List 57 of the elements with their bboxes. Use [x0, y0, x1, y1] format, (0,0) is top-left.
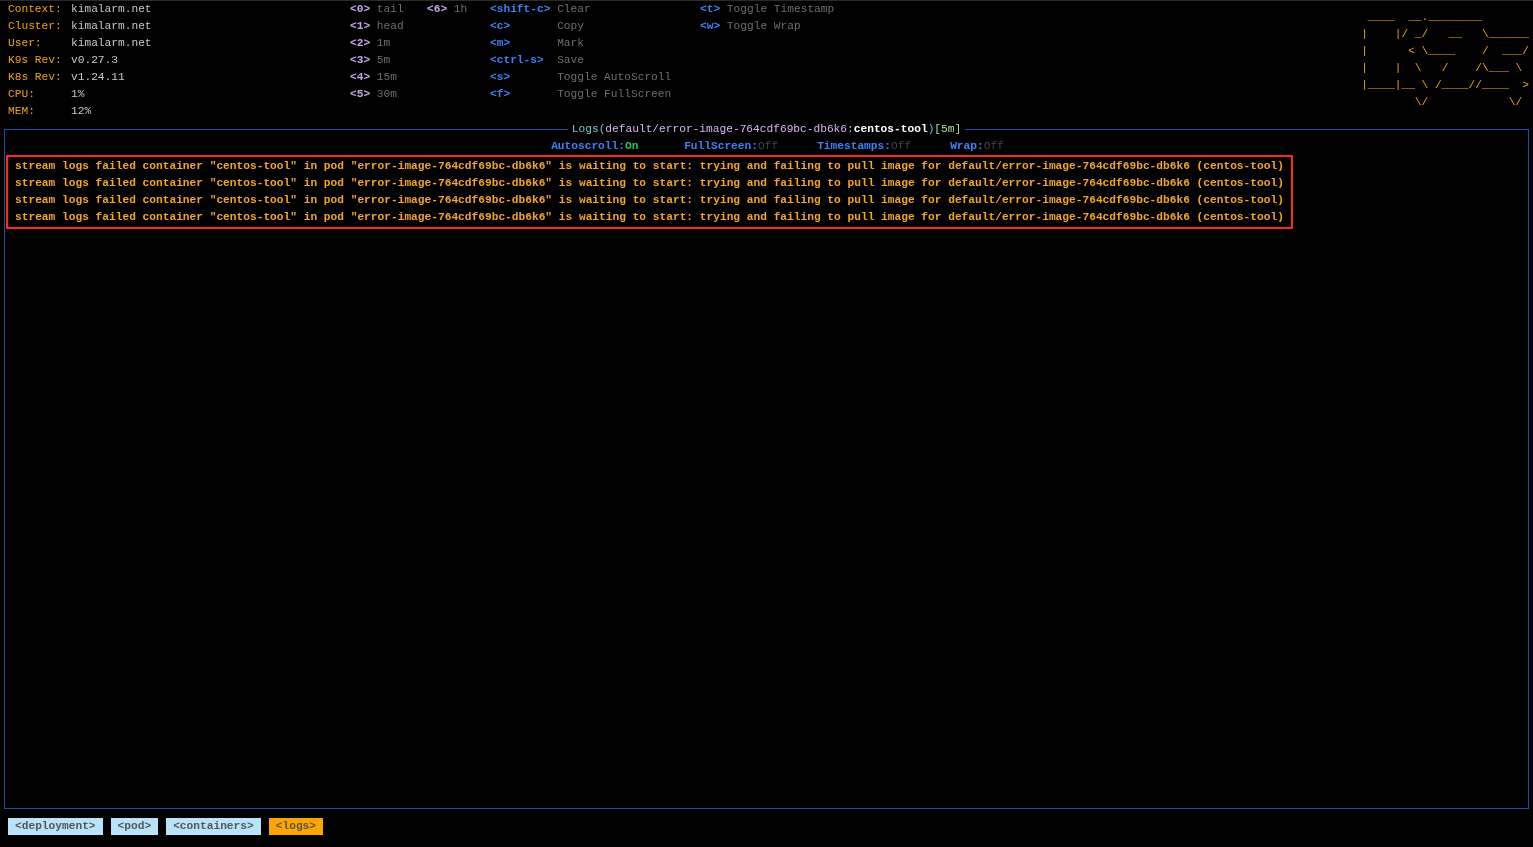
hotkey: <4> — [350, 70, 372, 85]
info-value: kimalarm.net — [71, 36, 152, 51]
info-label: CPU: — [8, 87, 36, 102]
log-line: stream logs failed container "centos-tool" in pod "error-image-764cdf69bc-db6k6" is waiting to start: trying and failing to pull image for default/error-image-764cdf69bc-db6k6 (centos-tool) — [15, 193, 1284, 208]
breadcrumb[interactable]: <pod> — [110, 818, 159, 835]
toggle-status: FullScreen:Off — [684, 139, 780, 154]
info-label: MEM: — [8, 104, 36, 119]
hotkey: <f> — [490, 87, 512, 102]
log-line: stream logs failed container "centos-tool" in pod "error-image-764cdf69bc-db6k6" is waiting to start: trying and failing to pull image for default/error-image-764cdf69bc-db6k6 (centos-tool) — [15, 159, 1284, 174]
hotkey-action: 30m — [376, 87, 397, 102]
hotkey: <0> — [350, 2, 372, 17]
log-line: stream logs failed container "centos-tool" in pod "error-image-764cdf69bc-db6k6" is waiting to start: trying and failing to pull image for default/error-image-764cdf69bc-db6k6 (centos-tool) — [15, 210, 1284, 225]
hotkey-action: Mark — [557, 36, 584, 51]
hotkey-action: Toggle AutoScroll — [557, 70, 672, 85]
toggle-status: Wrap:Off — [950, 139, 1004, 154]
info-value: 12% — [71, 104, 92, 119]
breadcrumb[interactable]: <logs> — [268, 818, 324, 835]
hotkey-action: Clear — [557, 2, 591, 17]
toggle-status: Autoscroll:On — [551, 139, 640, 154]
hotkey: <ctrl-s> — [490, 53, 545, 68]
hotkey-action: 5m — [376, 53, 391, 68]
info-label: User: — [8, 36, 43, 51]
hotkey: <m> — [490, 36, 512, 51]
hotkey: <s> — [490, 70, 512, 85]
info-value: v0.27.3 — [71, 53, 118, 68]
info-label: Context: — [8, 2, 63, 17]
hotkey-action: Save — [557, 53, 584, 68]
breadcrumb[interactable]: <containers> — [166, 818, 261, 835]
hotkey: <t> — [700, 2, 722, 17]
breadcrumb[interactable]: <deployment> — [8, 818, 103, 835]
hotkey-action: 1h — [453, 2, 468, 17]
hotkey: <6> — [427, 2, 449, 17]
info-value: 1% — [71, 87, 85, 102]
log-line: stream logs failed container "centos-tool" in pod "error-image-764cdf69bc-db6k6" is waiting to start: trying and failing to pull image for default/error-image-764cdf69bc-db6k6 (centos-tool) — [15, 176, 1284, 191]
hotkey-action: 15m — [376, 70, 397, 85]
hotkey: <c> — [490, 19, 512, 34]
hotkey: <2> — [350, 36, 372, 51]
info-value: kimalarm.net — [71, 19, 152, 34]
info-label: K9s Rev: — [8, 53, 63, 68]
hotkey: <1> — [350, 19, 372, 34]
info-label: K8s Rev: — [8, 70, 63, 85]
hotkey-action: head — [376, 19, 404, 34]
info-value: kimalarm.net — [71, 2, 152, 17]
hotkey-action: tail — [376, 2, 404, 17]
logo-ascii-art: ____ __.________ | |/ _/ __ \______ | < \____ / ___/ | | \ / /\___ \ |____|__ \ /____//____ > \/ \/ — [1361, 10, 1530, 110]
hotkey-action: 1m — [376, 36, 391, 51]
toggle-status: Timestamps:Off — [817, 139, 913, 154]
hotkey: <shift-c> — [490, 2, 552, 17]
hotkey: <w> — [700, 19, 722, 34]
hotkey: <3> — [350, 53, 372, 68]
info-label: Cluster: — [8, 19, 63, 34]
info-value: v1.24.11 — [71, 70, 125, 85]
hotkey-action: Toggle FullScreen — [557, 87, 672, 102]
hotkey-action: Toggle Wrap — [726, 19, 801, 34]
hotkey-action: Toggle Timestamp — [726, 2, 835, 17]
hotkey-action: Copy — [557, 19, 584, 34]
hotkey: <5> — [350, 87, 372, 102]
